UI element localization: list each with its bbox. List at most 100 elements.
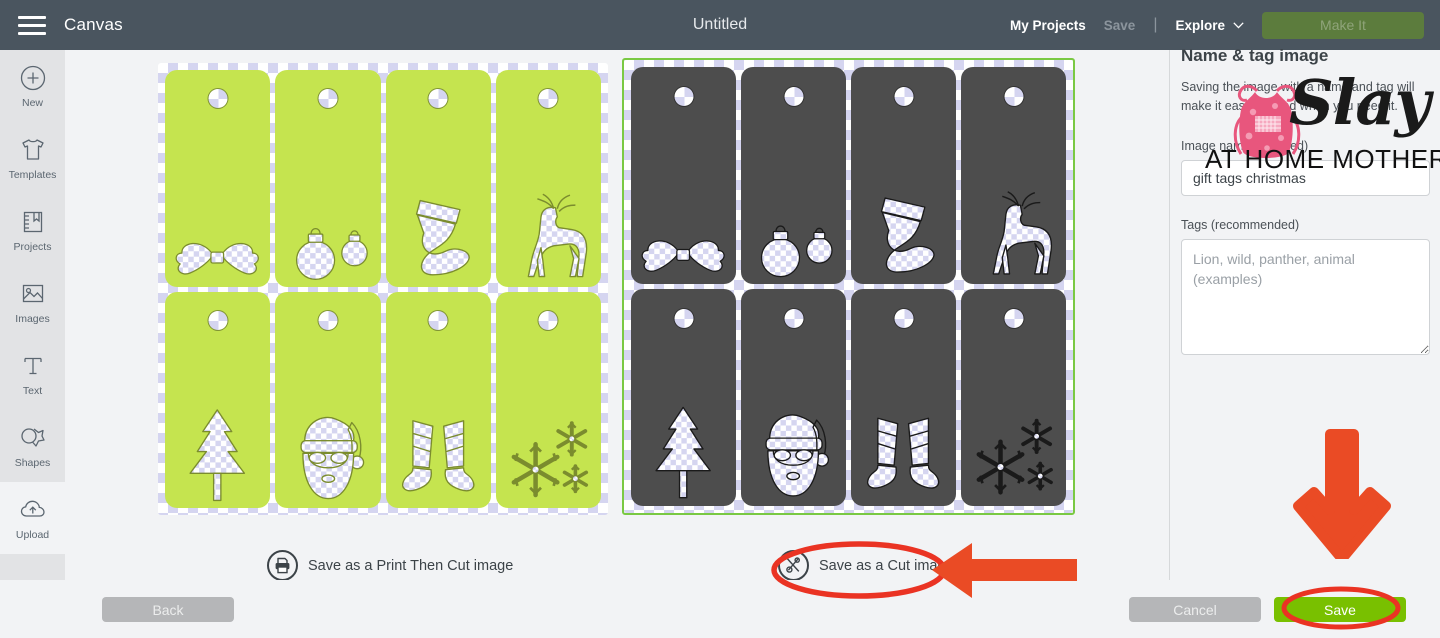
sidebar-item-new[interactable]: New (0, 50, 65, 122)
plus-circle-icon (18, 64, 48, 92)
reindeer-art (496, 146, 601, 280)
canvas-label[interactable]: Canvas (64, 15, 123, 35)
preview-area (65, 50, 1169, 540)
santa-art (275, 368, 380, 502)
sidebar-item-shapes[interactable]: Shapes (0, 410, 65, 482)
bow-art (165, 146, 270, 280)
tag-ornaments[interactable] (275, 70, 381, 287)
snowflakes-art (961, 365, 1066, 500)
save-as-print-then-cut-label: Save as a Print Then Cut image (308, 557, 514, 574)
sidebar-item-text[interactable]: Text (0, 338, 65, 410)
reindeer-art (961, 143, 1066, 278)
tag-elf-boots[interactable] (385, 291, 491, 508)
panel-description: Saving the image with a name and tag wil… (1181, 80, 1415, 114)
header-save-link[interactable]: Save (1104, 18, 1136, 33)
cancel-button[interactable]: Cancel (1129, 597, 1261, 622)
sidebar-item-upload[interactable]: Upload (0, 482, 65, 554)
back-button[interactable]: Back (102, 597, 234, 622)
tag-tree[interactable] (631, 289, 736, 506)
cricut-design-space-window: Canvas Untitled My Projects Save | Explo… (0, 0, 1440, 638)
tag-hole (318, 89, 338, 109)
stocking-art (851, 143, 956, 278)
sidebar-item-label: Projects (13, 240, 52, 253)
panel-title: Name & tag image (1181, 46, 1329, 65)
footer-action-bar: Back Cancel Save (0, 580, 1440, 638)
snowflakes-art (496, 368, 601, 502)
tag-hole (1004, 308, 1023, 328)
tags-label: Tags (recommended) (1181, 217, 1300, 232)
canvas-work-area: Save as a Print Then Cut image Save as a… (65, 50, 1169, 638)
bow-art (631, 143, 736, 278)
tags-input[interactable] (1181, 238, 1430, 355)
tag-stocking[interactable] (385, 70, 491, 287)
header-separator: | (1153, 16, 1158, 33)
tag-snowflakes[interactable] (495, 291, 601, 508)
tag-grid (158, 63, 608, 515)
tag-hole (538, 310, 558, 330)
tag-hole (428, 89, 448, 109)
tag-ornaments[interactable] (741, 67, 846, 284)
name-and-tag-panel: Name & tag image Saving the image with a… (1169, 46, 1440, 580)
make-it-button[interactable]: Make It (1262, 11, 1424, 39)
tag-hole (428, 310, 448, 330)
tag-hole (894, 308, 913, 328)
tag-grid (624, 60, 1073, 513)
tag-bow[interactable] (165, 70, 271, 287)
image-name-input[interactable] (1181, 159, 1430, 196)
tree-art (631, 365, 736, 500)
save-as-cut-image-label: Save as a Cut image (819, 557, 954, 574)
tag-hole (208, 89, 228, 109)
tag-hole (538, 89, 558, 109)
sidebar-item-templates[interactable]: Templates (0, 122, 65, 194)
tag-hole (674, 86, 693, 106)
tree-art (165, 368, 270, 502)
tshirt-icon (18, 136, 48, 164)
tag-hole (894, 86, 913, 106)
my-projects-link[interactable]: My Projects (1010, 18, 1086, 33)
sidebar-item-label: Shapes (14, 456, 51, 469)
upload-cloud-icon (18, 496, 48, 524)
tag-hole (1004, 86, 1023, 106)
tag-tree[interactable] (165, 291, 271, 508)
sidebar-item-label: New (21, 96, 43, 109)
shapes-icon (18, 424, 48, 452)
book-icon (18, 208, 48, 236)
tag-elf-boots[interactable] (851, 289, 956, 506)
explore-dropdown[interactable]: Explore (1175, 18, 1244, 33)
image-icon (18, 280, 48, 308)
ornaments-art (275, 146, 380, 281)
cut-image-preview[interactable] (622, 58, 1075, 515)
tag-reindeer[interactable] (961, 67, 1066, 284)
stocking-art (386, 146, 491, 280)
tag-santa[interactable] (741, 289, 846, 506)
tag-hole (674, 308, 693, 328)
header-actions: My Projects Save | Explore Make It (1010, 0, 1440, 50)
tag-reindeer[interactable] (495, 70, 601, 287)
save-button[interactable]: Save (1274, 597, 1406, 622)
chevron-down-icon (1233, 21, 1244, 29)
tag-hole (318, 310, 338, 330)
image-name-label: Image name (required) (1181, 138, 1309, 153)
sidebar-item-projects[interactable]: Projects (0, 194, 65, 266)
hamburger-icon[interactable] (0, 0, 64, 50)
text-t-icon (18, 352, 48, 380)
sidebar-item-label: Templates (8, 168, 57, 181)
save-as-cut-image-option[interactable]: Save as a Cut image (778, 550, 954, 581)
sidebar-item-label: Upload (15, 528, 50, 541)
santa-art (741, 365, 846, 500)
tag-hole (208, 310, 228, 330)
scissors-icon (778, 550, 809, 581)
sidebar-item-images[interactable]: Images (0, 266, 65, 338)
printer-icon (267, 550, 298, 581)
tag-bow[interactable] (631, 67, 736, 284)
sidebar-item-label: Text (22, 384, 43, 397)
ornaments-art (741, 143, 846, 278)
save-as-print-then-cut-option[interactable]: Save as a Print Then Cut image (267, 550, 513, 581)
tag-snowflakes[interactable] (961, 289, 1066, 506)
tag-stocking[interactable] (851, 67, 956, 284)
left-toolbar: New Templates Projects Images Text Shape… (0, 50, 65, 638)
print-then-cut-preview[interactable] (158, 63, 608, 515)
tag-santa[interactable] (275, 291, 381, 508)
elf-boots-art (386, 368, 491, 502)
explore-label: Explore (1175, 17, 1225, 33)
